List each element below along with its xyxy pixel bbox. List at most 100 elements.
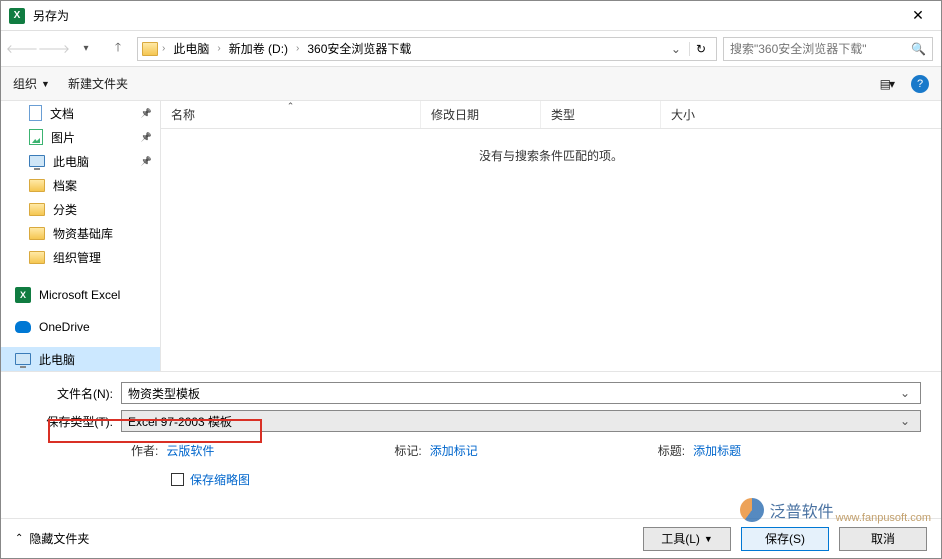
pin-icon: 📌 <box>141 108 152 119</box>
filename-input[interactable] <box>128 386 896 400</box>
sidebar-item-label: 组织管理 <box>53 249 101 266</box>
sidebar-item-8[interactable]: OneDrive <box>1 315 160 339</box>
sidebar-item-label: 分类 <box>53 201 77 218</box>
filetype-row: 保存类型(T): Excel 97-2003 模板 ⌄ <box>21 410 921 432</box>
chevron-down-icon[interactable]: ⌄ <box>896 414 914 428</box>
help-button[interactable]: ? <box>911 75 929 93</box>
sidebar-item-2[interactable]: 此电脑 📌 <box>1 149 160 173</box>
organize-label: 组织 <box>13 75 37 92</box>
folder-icon <box>29 251 45 264</box>
sidebar-item-5[interactable]: 物资基础库 <box>1 221 160 245</box>
nav-back-button[interactable]: 🡐 <box>9 36 35 62</box>
pin-icon: 📌 <box>141 132 152 143</box>
nav-forward-button[interactable]: 🡒 <box>41 36 67 62</box>
toolbar: 组织 ▼ 新建文件夹 ▤▾ ? <box>1 67 941 101</box>
title-value[interactable]: 添加标题 <box>693 442 741 459</box>
excel-icon: X <box>15 287 31 303</box>
filename-label: 文件名(N): <box>21 385 121 402</box>
title-label: 标题: <box>658 442 685 459</box>
filename-row: 文件名(N): ⌄ <box>21 382 921 404</box>
sidebar-item-label: 档案 <box>53 177 77 194</box>
chevron-down-icon: ▼ <box>704 534 713 544</box>
organize-menu[interactable]: 组织 ▼ <box>13 75 50 92</box>
file-list: 名称 ⌃ 修改日期 类型 大小 没有与搜索条件匹配的项。 <box>161 101 941 371</box>
save-form: 文件名(N): ⌄ 保存类型(T): Excel 97-2003 模板 ⌄ 作者… <box>1 371 941 498</box>
sidebar-item-9[interactable]: 此电脑 <box>1 347 160 371</box>
pin-icon: 📌 <box>141 156 152 167</box>
filename-field[interactable]: ⌄ <box>121 382 921 404</box>
sidebar-item-label: 图片 <box>51 129 75 146</box>
nav-recent-dropdown[interactable]: ▾ <box>73 36 99 62</box>
nav-up-button[interactable]: 🡑 <box>105 36 131 62</box>
tools-button[interactable]: 工具(L) ▼ <box>643 527 731 551</box>
sidebar-item-4[interactable]: 分类 <box>1 197 160 221</box>
chevron-right-icon: › <box>162 43 165 54</box>
empty-message: 没有与搜索条件匹配的项。 <box>161 129 941 371</box>
breadcrumb-dropdown[interactable]: ⌄ <box>667 42 685 56</box>
sidebar-item-label: 此电脑 <box>53 153 89 170</box>
chevron-right-icon: › <box>296 43 299 54</box>
title-meta: 标题: 添加标题 <box>658 442 741 459</box>
col-date[interactable]: 修改日期 <box>421 101 541 128</box>
close-button[interactable]: ✕ <box>903 7 933 24</box>
col-name[interactable]: 名称 ⌃ <box>161 101 421 128</box>
excel-app-icon: X <box>9 8 25 24</box>
folder-icon <box>29 179 45 192</box>
doc-icon <box>29 105 42 121</box>
chevron-down-icon: ▼ <box>41 79 50 89</box>
col-type[interactable]: 类型 <box>541 101 661 128</box>
filetype-value: Excel 97-2003 模板 <box>128 413 896 430</box>
sidebar-item-0[interactable]: 文档📌 <box>1 101 160 125</box>
cancel-button[interactable]: 取消 <box>839 527 927 551</box>
author-value[interactable]: 云版软件 <box>166 442 214 459</box>
save-button[interactable]: 保存(S) <box>741 527 829 551</box>
refresh-button[interactable]: ↻ <box>689 42 712 56</box>
save-label: 保存(S) <box>765 530 805 547</box>
metadata-row: 作者: 云版软件 标记: 添加标记 标题: 添加标题 <box>21 438 921 467</box>
view-icon: ▤▾ <box>880 77 893 91</box>
pc-icon <box>15 353 31 365</box>
tag-value[interactable]: 添加标记 <box>430 442 478 459</box>
sidebar-item-1[interactable]: 图片 📌 <box>1 125 160 149</box>
footer: ⌃ 隐藏文件夹 工具(L) ▼ 保存(S) 取消 <box>1 518 941 558</box>
titlebar: X 另存为 ✕ <box>1 1 941 31</box>
sort-indicator-icon: ⌃ <box>287 101 295 112</box>
folder-icon <box>29 203 45 216</box>
list-header: 名称 ⌃ 修改日期 类型 大小 <box>161 101 941 129</box>
sidebar-item-label: OneDrive <box>39 320 90 334</box>
hide-folders-label: 隐藏文件夹 <box>29 530 89 547</box>
sidebar-item-6[interactable]: 组织管理 <box>1 245 160 269</box>
col-name-label: 名称 <box>171 106 195 123</box>
col-size[interactable]: 大小 <box>661 101 761 128</box>
new-folder-button[interactable]: 新建文件夹 <box>68 75 128 92</box>
filetype-field[interactable]: Excel 97-2003 模板 ⌄ <box>121 410 921 432</box>
breadcrumb-folder[interactable]: 360安全浏览器下载 <box>303 40 415 57</box>
save-thumbnail-label: 保存缩略图 <box>190 471 250 488</box>
cancel-label: 取消 <box>871 530 895 547</box>
tag-label: 标记: <box>394 442 421 459</box>
folder-icon <box>142 42 158 56</box>
view-options-button[interactable]: ▤▾ <box>880 77 893 91</box>
breadcrumb-path[interactable]: › 此电脑 › 新加卷 (D:) › 360安全浏览器下载 ⌄ ↻ <box>137 37 717 61</box>
sidebar-item-7[interactable]: XMicrosoft Excel <box>1 283 160 307</box>
folder-icon <box>29 227 45 240</box>
navbar: 🡐 🡒 ▾ 🡑 › 此电脑 › 新加卷 (D:) › 360安全浏览器下载 ⌄ … <box>1 31 941 67</box>
sidebar-item-label: 物资基础库 <box>53 225 113 242</box>
chevron-down-icon: ⌃ <box>15 533 23 544</box>
hide-folders-toggle[interactable]: ⌃ 隐藏文件夹 <box>15 530 89 547</box>
pic-icon <box>29 129 43 145</box>
save-thumbnail-checkbox[interactable] <box>171 473 184 486</box>
sidebar-item-3[interactable]: 档案 <box>1 173 160 197</box>
search-icon[interactable]: 🔍 <box>911 42 926 56</box>
tools-label: 工具(L) <box>661 530 700 547</box>
filetype-label: 保存类型(T): <box>21 413 121 430</box>
breadcrumb-root[interactable]: 此电脑 <box>169 40 213 57</box>
body-area: 文档📌 图片 📌 此电脑 📌 档案分类物资基础库组织管理 XMicrosoft Excel O… <box>1 101 941 371</box>
search-box[interactable]: 🔍 <box>723 37 933 61</box>
chevron-down-icon[interactable]: ⌄ <box>896 386 914 400</box>
breadcrumb-drive[interactable]: 新加卷 (D:) <box>225 40 292 57</box>
search-input[interactable] <box>730 42 911 56</box>
pc-icon <box>29 155 45 167</box>
tag-meta: 标记: 添加标记 <box>394 442 477 459</box>
new-folder-label: 新建文件夹 <box>68 75 128 92</box>
